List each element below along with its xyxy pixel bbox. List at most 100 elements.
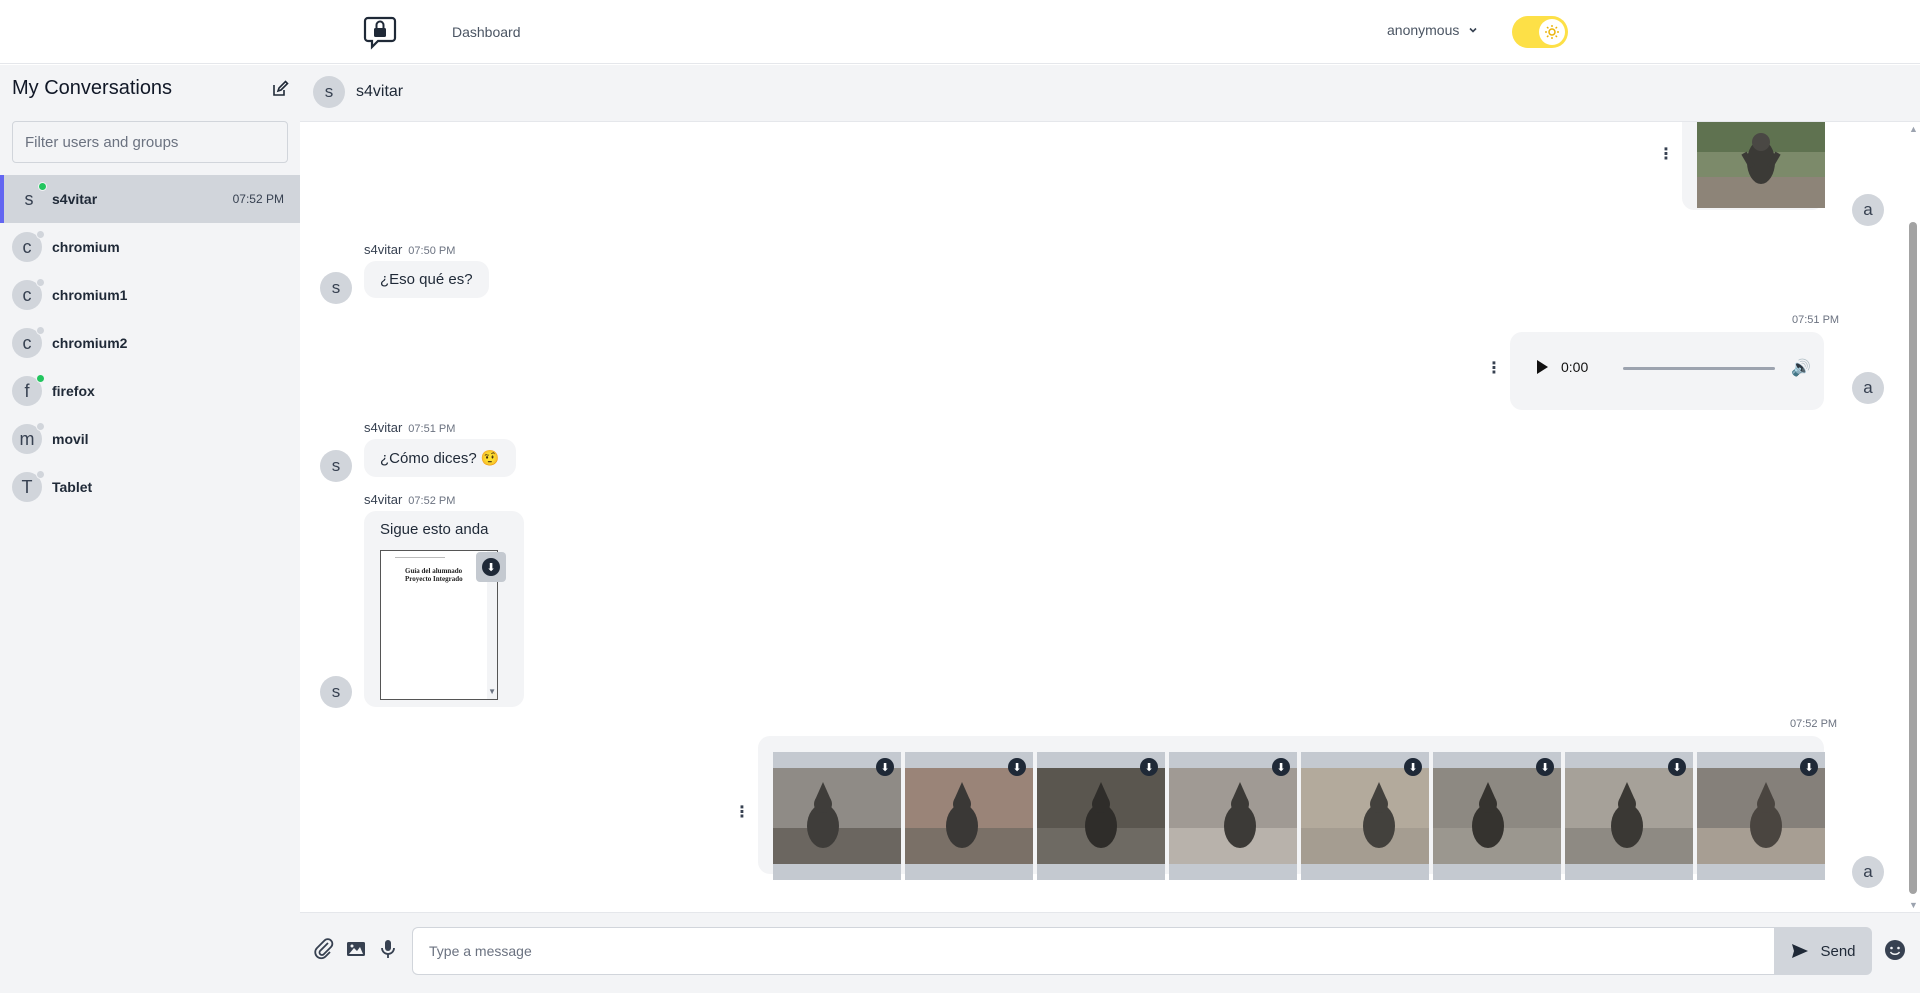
online-status-dot — [38, 182, 47, 191]
avatar: s — [320, 676, 352, 708]
image-attachment[interactable]: ⬇ — [905, 752, 1033, 880]
online-status-dot — [36, 374, 45, 383]
user-menu[interactable]: anonymous — [1387, 22, 1479, 38]
message-list[interactable]: ⋮ a s4vitar 07:50 PM ¿Eso qué es? s 07:51… — [300, 122, 1920, 912]
message-input[interactable] — [412, 927, 1774, 975]
avatar: s — [313, 76, 345, 108]
scrollbar-thumb[interactable] — [1909, 222, 1917, 894]
message-time: 07:51 PM — [1792, 314, 1840, 326]
image-attachment[interactable]: ⬇ — [1037, 752, 1165, 880]
conversation-name: firefox — [52, 383, 95, 399]
lock-chat-bubble-icon[interactable] — [362, 14, 398, 50]
edit-icon[interactable] — [270, 79, 290, 99]
message-meta: s4vitar 07:52 PM — [364, 492, 455, 507]
message-scrollbar[interactable]: ▲ ▼ — [1906, 122, 1920, 912]
play-icon[interactable] — [1537, 360, 1548, 374]
user-menu-label: anonymous — [1387, 22, 1460, 38]
conversation-item-s4vitar[interactable]: s s4vitar 07:52 PM — [0, 175, 300, 223]
message-options-icon[interactable]: ⋮ — [1486, 358, 1502, 378]
avatar: s — [320, 450, 352, 482]
download-icon[interactable]: ⬇ — [1800, 758, 1818, 776]
chat-contact-name: s4vitar — [356, 83, 404, 100]
image-attachment[interactable]: ⬇ — [1565, 752, 1693, 880]
audio-time: 0:00 — [1561, 359, 1589, 375]
scroll-up-arrow-icon[interactable]: ▲ — [1909, 124, 1918, 134]
audio-seek-bar[interactable] — [1623, 367, 1775, 370]
message-text: Sigue esto anda — [380, 521, 489, 538]
offline-status-dot — [36, 230, 45, 239]
download-icon[interactable]: ⬇ — [1272, 758, 1290, 776]
download-icon[interactable]: ⬇ — [1668, 758, 1686, 776]
avatar: a — [1852, 372, 1884, 404]
conversation-list: s s4vitar 07:52 PM c chromium c chromium… — [0, 175, 300, 511]
conversation-name: Tablet — [52, 479, 93, 495]
theme-toggle[interactable] — [1512, 16, 1568, 48]
message-time: 07:50 PM — [408, 245, 456, 257]
conversation-name: s4vitar — [52, 191, 98, 207]
send-button[interactable]: Send — [1774, 927, 1872, 975]
sun-icon — [1539, 19, 1565, 45]
download-icon[interactable]: ⬇ — [1404, 758, 1422, 776]
avatar: a — [1852, 194, 1884, 226]
message-time: 07:52 PM — [1790, 718, 1838, 730]
conversation-name: movil — [52, 431, 89, 447]
message-meta: s4vitar 07:50 PM — [364, 242, 455, 257]
download-icon: ⬇ — [482, 558, 500, 576]
conversation-time: 07:52 PM — [232, 192, 284, 206]
conversation-item-firefox[interactable]: f firefox — [0, 367, 300, 415]
download-icon[interactable]: ⬇ — [1008, 758, 1026, 776]
chevron-down-icon — [1469, 27, 1477, 33]
offline-status-dot — [36, 422, 45, 431]
message-time: 07:52 PM — [408, 495, 456, 507]
scroll-down-arrow-icon[interactable]: ▼ — [488, 687, 496, 696]
download-icon[interactable]: ⬇ — [1140, 758, 1158, 776]
emoji-icon[interactable] — [1884, 939, 1906, 961]
image-attachment[interactable]: ⬇ — [1433, 752, 1561, 880]
pdf-header-line — [395, 557, 445, 558]
conversation-item-chromium2[interactable]: c chromium2 — [0, 319, 300, 367]
message-time: 07:51 PM — [408, 423, 456, 435]
conversation-item-chromium[interactable]: c chromium — [0, 223, 300, 271]
conversations-sidebar: My Conversations s s4vitar 07:52 PM c ch… — [0, 65, 300, 993]
send-button-label: Send — [1820, 942, 1856, 960]
paperclip-icon[interactable] — [312, 937, 336, 961]
conversation-name: chromium — [52, 239, 120, 255]
image-attachment[interactable]: ⬇ — [773, 752, 901, 880]
send-icon — [1792, 944, 1809, 958]
message-options-icon[interactable]: ⋮ — [1658, 144, 1674, 164]
offline-status-dot — [36, 278, 45, 287]
conversation-item-tablet[interactable]: T Tablet — [0, 463, 300, 511]
pdf-download-button[interactable]: ⬇ — [476, 552, 506, 582]
top-navbar: Dashboard anonymous — [0, 0, 1920, 64]
message-sender: s4vitar — [364, 242, 403, 257]
image-attachment[interactable] — [1697, 122, 1825, 208]
image-attachment[interactable]: ⬇ — [1169, 752, 1297, 880]
message-bubble: ¿Eso qué es? — [364, 261, 489, 298]
message-sender: s4vitar — [364, 420, 403, 435]
message-composer: Send — [300, 912, 1920, 993]
conversation-name: chromium2 — [52, 335, 128, 351]
download-icon[interactable]: ⬇ — [876, 758, 894, 776]
pdf-title: Guía del alumnado Proyecto Integrado — [405, 567, 463, 583]
avatar: a — [1852, 856, 1884, 888]
image-attachment[interactable]: ⬇ — [1697, 752, 1825, 880]
scroll-down-arrow-icon[interactable]: ▼ — [1909, 900, 1918, 910]
nav-dashboard-link[interactable]: Dashboard — [452, 24, 521, 40]
microphone-icon[interactable] — [376, 937, 400, 961]
sidebar-title: My Conversations — [12, 77, 173, 99]
chat-header: s s4vitar — [300, 65, 1920, 122]
offline-status-dot — [36, 326, 45, 335]
message-meta: s4vitar 07:51 PM — [364, 420, 455, 435]
volume-icon[interactable]: 🔊 — [1791, 358, 1811, 378]
image-attachment[interactable]: ⬇ — [1301, 752, 1429, 880]
conversation-item-chromium1[interactable]: c chromium1 — [0, 271, 300, 319]
pdf-title-line-1: Guía del alumnado — [405, 567, 463, 575]
filter-users-input[interactable] — [12, 121, 288, 163]
avatar: s — [320, 272, 352, 304]
message-options-icon[interactable]: ⋮ — [734, 802, 750, 822]
download-icon[interactable]: ⬇ — [1536, 758, 1554, 776]
audio-player: 0:00 🔊 — [1515, 342, 1815, 394]
image-icon[interactable] — [344, 937, 368, 961]
conversation-item-movil[interactable]: m movil — [0, 415, 300, 463]
pdf-title-line-2: Proyecto Integrado — [405, 575, 463, 583]
